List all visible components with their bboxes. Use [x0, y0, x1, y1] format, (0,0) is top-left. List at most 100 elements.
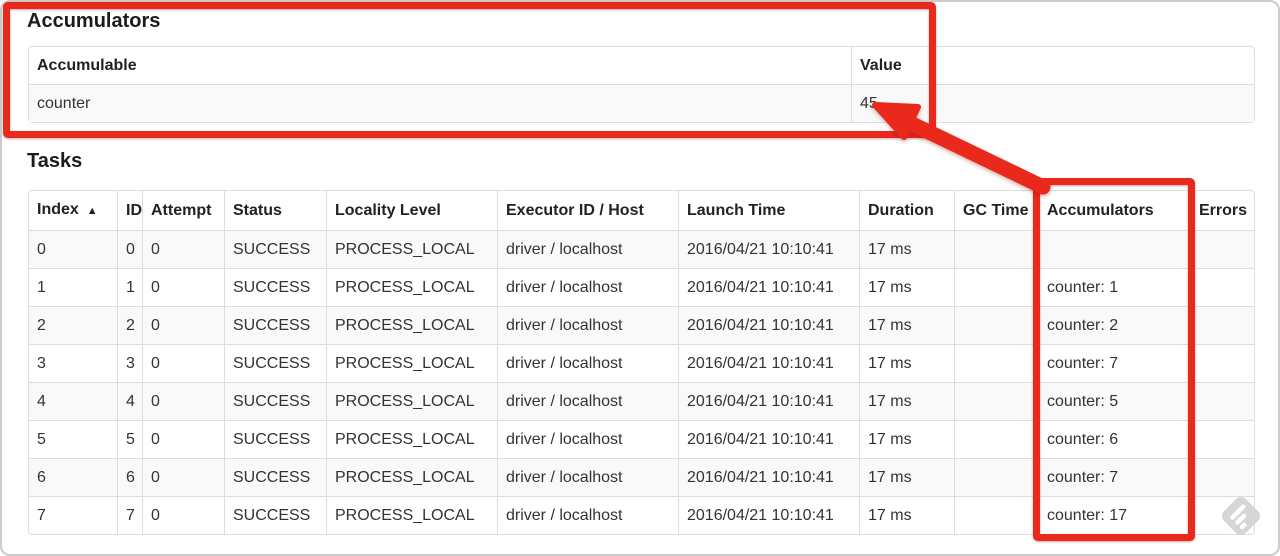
table-row: 3 3 0 SUCCESS PROCESS_LOCAL driver / localhos… [29, 344, 1254, 382]
cell-launch-time: 2016/04/21 10:10:41 [678, 496, 859, 534]
cell-launch-time: 2016/04/21 10:10:41 [678, 306, 859, 344]
cell-gc-time [954, 496, 1038, 534]
cell-id: 2 [117, 306, 142, 344]
cell-attempt: 0 [142, 420, 224, 458]
tasks-table-body: 0 0 0 SUCCESS PROCESS_LOCAL driver / localhos… [29, 230, 1254, 534]
cell-gc-time [954, 230, 1038, 268]
cell-errors [1190, 458, 1254, 496]
cell-errors [1190, 268, 1254, 306]
cell-launch-time: 2016/04/21 10:10:41 [678, 344, 859, 382]
cell-attempt: 0 [142, 344, 224, 382]
table-row: 6 6 0 SUCCESS PROCESS_LOCAL driver / localhos… [29, 458, 1254, 496]
cell-status: SUCCESS [224, 458, 326, 496]
cell-gc-time [954, 268, 1038, 306]
cell-launch-time: 2016/04/21 10:10:41 [678, 420, 859, 458]
cell-index: 4 [29, 382, 117, 420]
tasks-table: Index ▲ ID Attempt Status Locality Level … [28, 190, 1255, 535]
cell-gc-time [954, 306, 1038, 344]
cell-attempt: 0 [142, 382, 224, 420]
table-row: 2 2 0 SUCCESS PROCESS_LOCAL driver / localhos… [29, 306, 1254, 344]
column-header-index-label: Index [37, 201, 79, 218]
cell-status: SUCCESS [224, 268, 326, 306]
cell-gc-time [954, 344, 1038, 382]
table-row: 1 1 0 SUCCESS PROCESS_LOCAL driver / localhos… [29, 268, 1254, 306]
cell-index: 5 [29, 420, 117, 458]
cell-locality-level: PROCESS_LOCAL [326, 344, 497, 382]
cell-id: 1 [117, 268, 142, 306]
cell-id: 3 [117, 344, 142, 382]
cell-accumulators: counter: 1 [1038, 268, 1190, 306]
cell-duration: 17 ms [859, 344, 954, 382]
cell-executor-id-host: driver / localhost [497, 344, 678, 382]
sort-asc-icon: ▲ [86, 205, 98, 217]
cell-locality-level: PROCESS_LOCAL [326, 268, 497, 306]
cell-errors [1190, 306, 1254, 344]
cell-status: SUCCESS [224, 496, 326, 534]
cell-attempt: 0 [142, 458, 224, 496]
tasks-section-title: Tasks [27, 150, 83, 172]
tasks-table-header-row: Index ▲ ID Attempt Status Locality Level … [29, 191, 1254, 230]
cell-attempt: 0 [142, 268, 224, 306]
cell-locality-level: PROCESS_LOCAL [326, 496, 497, 534]
cell-executor-id-host: driver / localhost [497, 382, 678, 420]
cell-launch-time: 2016/04/21 10:10:41 [678, 268, 859, 306]
cell-duration: 17 ms [859, 382, 954, 420]
column-header-status[interactable]: Status [224, 191, 326, 230]
cell-accumulators: counter: 7 [1038, 458, 1190, 496]
cell-attempt: 0 [142, 496, 224, 534]
cell-executor-id-host: driver / localhost [497, 458, 678, 496]
column-header-attempt[interactable]: Attempt [142, 191, 224, 230]
table-row: 5 5 0 SUCCESS PROCESS_LOCAL driver / localhos… [29, 420, 1254, 458]
cell-status: SUCCESS [224, 382, 326, 420]
cell-locality-level: PROCESS_LOCAL [326, 306, 497, 344]
accumulators-table-body: counter 45 [29, 84, 1254, 122]
cell-index: 3 [29, 344, 117, 382]
accumulators-table-header-row: Accumulable Value [29, 47, 1254, 84]
cell-duration: 17 ms [859, 230, 954, 268]
cell-launch-time: 2016/04/21 10:10:41 [678, 382, 859, 420]
accumulators-section-title: Accumulators [27, 10, 161, 32]
cell-index: 7 [29, 496, 117, 534]
cell-executor-id-host: driver / localhost [497, 420, 678, 458]
column-header-executor-id-host[interactable]: Executor ID / Host [497, 191, 678, 230]
column-header-gc-time[interactable]: GC Time [954, 191, 1038, 230]
cell-executor-id-host: driver / localhost [497, 496, 678, 534]
column-header-index[interactable]: Index ▲ [29, 191, 117, 230]
column-header-id[interactable]: ID [117, 191, 142, 230]
column-header-duration[interactable]: Duration [859, 191, 954, 230]
cell-accumulators [1038, 230, 1190, 268]
cell-index: 0 [29, 230, 117, 268]
cell-errors [1190, 496, 1254, 534]
column-header-value[interactable]: Value [851, 47, 1254, 84]
cell-errors [1190, 382, 1254, 420]
column-header-accumulable[interactable]: Accumulable [29, 47, 851, 84]
cell-accumulators: counter: 6 [1038, 420, 1190, 458]
column-header-errors[interactable]: Errors [1190, 191, 1254, 230]
cell-index: 1 [29, 268, 117, 306]
cell-duration: 17 ms [859, 420, 954, 458]
column-header-locality-level[interactable]: Locality Level [326, 191, 497, 230]
cell-status: SUCCESS [224, 344, 326, 382]
cell-id: 6 [117, 458, 142, 496]
cell-executor-id-host: driver / localhost [497, 230, 678, 268]
cell-index: 2 [29, 306, 117, 344]
cell-executor-id-host: driver / localhost [497, 306, 678, 344]
cell-launch-time: 2016/04/21 10:10:41 [678, 458, 859, 496]
cell-accumulators: counter: 5 [1038, 382, 1190, 420]
cell-gc-time [954, 382, 1038, 420]
cell-id: 7 [117, 496, 142, 534]
cell-status: SUCCESS [224, 230, 326, 268]
column-header-accumulators[interactable]: Accumulators [1038, 191, 1190, 230]
cell-id: 4 [117, 382, 142, 420]
cell-locality-level: PROCESS_LOCAL [326, 420, 497, 458]
cell-duration: 17 ms [859, 268, 954, 306]
cell-attempt: 0 [142, 230, 224, 268]
column-header-launch-time[interactable]: Launch Time [678, 191, 859, 230]
cell-launch-time: 2016/04/21 10:10:41 [678, 230, 859, 268]
cell-duration: 17 ms [859, 458, 954, 496]
cell-errors [1190, 420, 1254, 458]
cell-gc-time [954, 420, 1038, 458]
cell-value: 45 [851, 84, 1254, 122]
cell-duration: 17 ms [859, 306, 954, 344]
cell-executor-id-host: driver / localhost [497, 268, 678, 306]
